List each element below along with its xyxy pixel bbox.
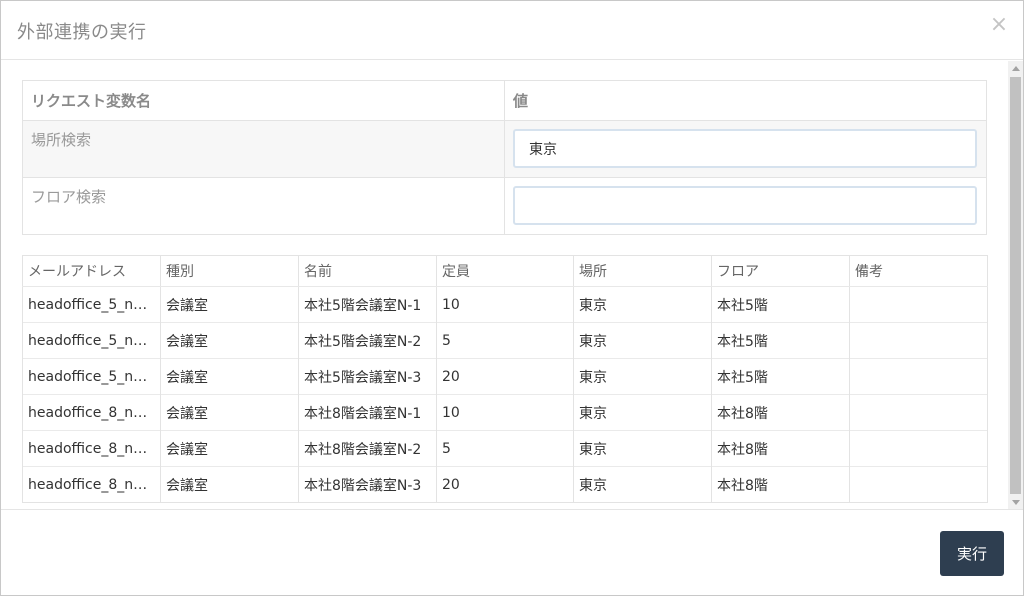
table-row[interactable]: headoffice_5_n… 会議室 本社5階会議室N-2 5 東京 本社5階 xyxy=(22,322,988,359)
cell-name: 本社8階会議室N-3 xyxy=(298,466,437,503)
scroll-up-arrow-icon[interactable] xyxy=(1008,61,1023,76)
request-label-location: 場所検索 xyxy=(22,120,505,178)
cell-notes xyxy=(849,322,988,359)
cell-floor: 本社5階 xyxy=(711,322,850,359)
table-row[interactable]: headoffice_5_n… 会議室 本社5階会議室N-3 20 東京 本社5… xyxy=(22,358,988,395)
cell-notes xyxy=(849,430,988,467)
cell-notes xyxy=(849,466,988,503)
cell-email: headoffice_8_n… xyxy=(22,466,161,503)
results-header-row: メールアドレス 種別 名前 定員 場所 フロア 備考 xyxy=(22,255,988,287)
floor-search-input[interactable] xyxy=(513,186,977,225)
execute-button[interactable]: 実行 xyxy=(940,531,1004,576)
scrollbar-thumb[interactable] xyxy=(1010,77,1021,494)
request-table-header: リクエスト変数名 値 xyxy=(22,80,987,121)
cell-email: headoffice_5_n… xyxy=(22,322,161,359)
cell-floor: 本社8階 xyxy=(711,394,850,431)
scroll-down-arrow-icon[interactable] xyxy=(1008,495,1023,509)
column-header-capacity[interactable]: 定員 xyxy=(436,255,574,287)
dialog-body: リクエスト変数名 値 場所検索 フロア検索 メ xyxy=(1,61,1023,510)
table-row[interactable]: headoffice_8_n… 会議室 本社8階会議室N-2 5 東京 本社8階 xyxy=(22,430,988,467)
cell-notes xyxy=(849,286,988,323)
location-search-input[interactable] xyxy=(513,129,977,168)
cell-email: headoffice_8_n… xyxy=(22,394,161,431)
cell-name: 本社5階会議室N-1 xyxy=(298,286,437,323)
cell-location: 東京 xyxy=(573,286,712,323)
header-value: 値 xyxy=(504,80,987,121)
request-label-floor: フロア検索 xyxy=(22,177,505,235)
table-row[interactable]: headoffice_8_n… 会議室 本社8階会議室N-1 10 東京 本社8… xyxy=(22,394,988,431)
cell-capacity: 10 xyxy=(436,394,574,431)
cell-name: 本社5階会議室N-3 xyxy=(298,358,437,395)
request-row-location: 場所検索 xyxy=(22,120,987,178)
cell-name: 本社8階会議室N-1 xyxy=(298,394,437,431)
vertical-scrollbar[interactable] xyxy=(1008,61,1023,509)
cell-notes xyxy=(849,358,988,395)
column-header-email[interactable]: メールアドレス xyxy=(22,255,161,287)
table-row[interactable]: headoffice_5_n… 会議室 本社5階会議室N-1 10 東京 本社5… xyxy=(22,286,988,323)
results-table: メールアドレス 種別 名前 定員 場所 フロア 備考 headoffice_5_… xyxy=(22,255,988,503)
cell-floor: 本社8階 xyxy=(711,466,850,503)
column-header-notes[interactable]: 備考 xyxy=(849,255,988,287)
cell-capacity: 5 xyxy=(436,322,574,359)
external-integration-dialog: 外部連携の実行 × リクエスト変数名 値 場所検索 フロア検索 xyxy=(0,0,1024,596)
cell-floor: 本社5階 xyxy=(711,286,850,323)
cell-name: 本社5階会議室N-2 xyxy=(298,322,437,359)
cell-capacity: 20 xyxy=(436,358,574,395)
request-value-cell xyxy=(504,177,987,235)
cell-location: 東京 xyxy=(573,430,712,467)
cell-notes xyxy=(849,394,988,431)
cell-type: 会議室 xyxy=(160,286,299,323)
close-icon[interactable]: × xyxy=(989,13,1009,37)
cell-capacity: 20 xyxy=(436,466,574,503)
request-value-cell xyxy=(504,120,987,178)
cell-location: 東京 xyxy=(573,358,712,395)
cell-floor: 本社5階 xyxy=(711,358,850,395)
cell-email: headoffice_5_n… xyxy=(22,286,161,323)
cell-capacity: 10 xyxy=(436,286,574,323)
cell-location: 東京 xyxy=(573,394,712,431)
dialog-title: 外部連携の実行 xyxy=(17,22,147,43)
cell-type: 会議室 xyxy=(160,430,299,467)
cell-type: 会議室 xyxy=(160,358,299,395)
cell-type: 会議室 xyxy=(160,394,299,431)
cell-location: 東京 xyxy=(573,322,712,359)
cell-capacity: 5 xyxy=(436,430,574,467)
request-variables-table: リクエスト変数名 値 場所検索 フロア検索 xyxy=(22,80,987,235)
column-header-floor[interactable]: フロア xyxy=(711,255,850,287)
column-header-name[interactable]: 名前 xyxy=(298,255,437,287)
cell-type: 会議室 xyxy=(160,322,299,359)
column-header-location[interactable]: 場所 xyxy=(573,255,712,287)
cell-type: 会議室 xyxy=(160,466,299,503)
request-row-floor: フロア検索 xyxy=(22,177,987,235)
dialog-header: 外部連携の実行 × xyxy=(1,1,1023,60)
cell-email: headoffice_5_n… xyxy=(22,358,161,395)
table-row[interactable]: headoffice_8_n… 会議室 本社8階会議室N-3 20 東京 本社8… xyxy=(22,466,988,503)
cell-email: headoffice_8_n… xyxy=(22,430,161,467)
column-header-type[interactable]: 種別 xyxy=(160,255,299,287)
cell-floor: 本社8階 xyxy=(711,430,850,467)
dialog-footer: 実行 xyxy=(1,511,1023,595)
cell-name: 本社8階会議室N-2 xyxy=(298,430,437,467)
header-request-variable-name: リクエスト変数名 xyxy=(22,80,505,121)
cell-location: 東京 xyxy=(573,466,712,503)
